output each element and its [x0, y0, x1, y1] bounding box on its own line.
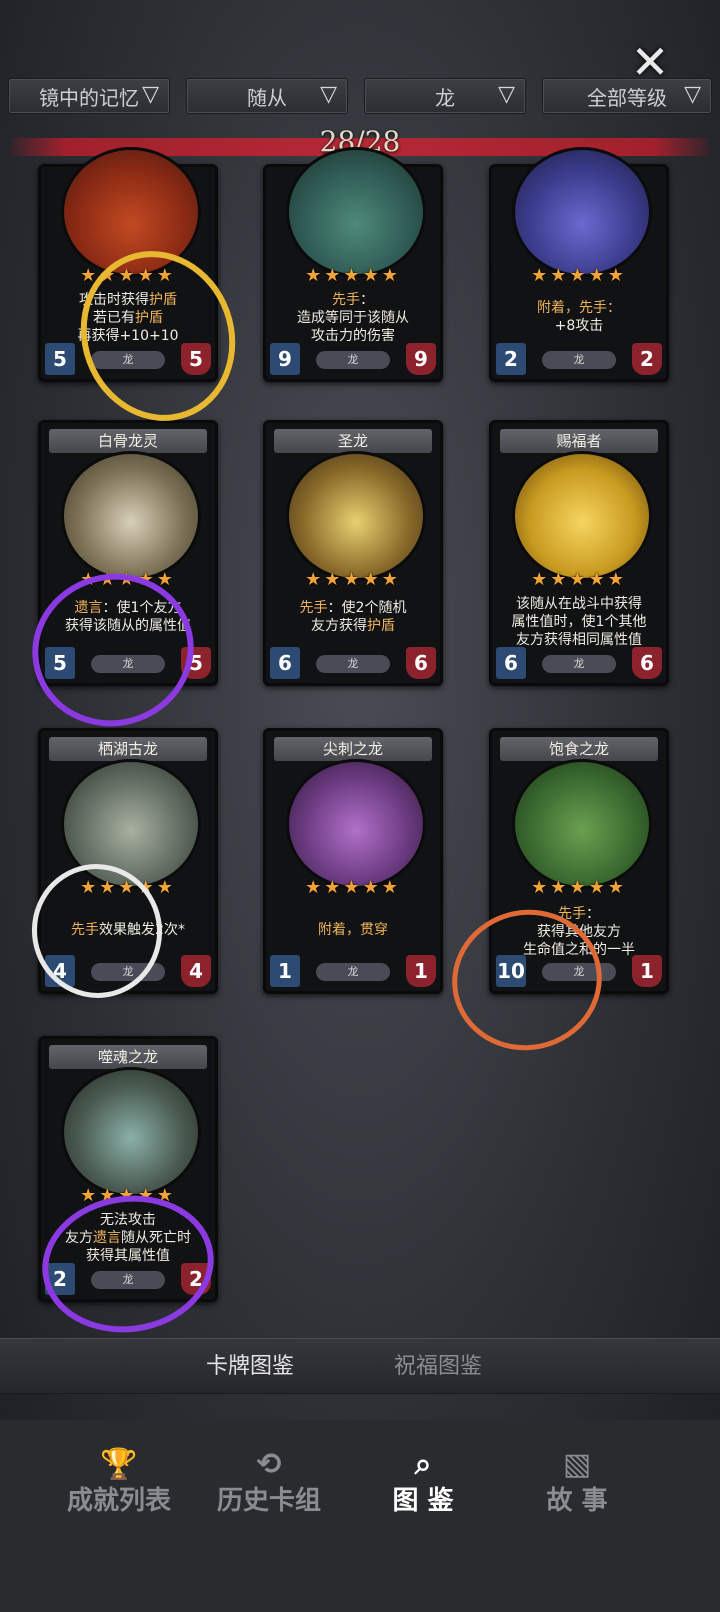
card[interactable]: 栖湖古龙 ★★★★★ 先手效果触发2次* 龙 4 4 [38, 728, 218, 994]
card-health: 5 [181, 343, 211, 375]
card-tribe: 龙 [91, 1271, 165, 1289]
card-stars: ★★★★★ [80, 877, 176, 898]
card-stars: ★★★★★ [80, 569, 176, 590]
trophy-icon: 🏆 [100, 1447, 138, 1482]
card-health: 2 [632, 343, 662, 375]
card-description: 遗言：使1个友方 获得该随从的属性值 [65, 600, 191, 634]
card-description: 附着，先手： +8攻击 [537, 300, 621, 334]
card-attack: 5 [45, 647, 75, 679]
card-tribe: 龙 [316, 351, 390, 369]
card[interactable]: 白骨龙灵 ★★★★★ 遗言：使1个友方 获得该随从的属性值 龙 5 5 [38, 420, 218, 686]
card-tribe: 龙 [542, 351, 616, 369]
card[interactable]: 噬魂之龙 ★★★★★ 无法攻击 友方遗言随从死亡时 获得其属性值 龙 2 2 [38, 1036, 218, 1302]
magnifier-icon: ⌕ [414, 1447, 432, 1482]
book-icon: ▧ [562, 1447, 592, 1482]
filter-set[interactable]: 镜中的记忆 ▽ [8, 78, 170, 114]
card-stars: ★★★★★ [531, 877, 627, 898]
card[interactable]: 赐福者 ★★★★★ 该随从在战斗中获得 属性值时，使1个其他 友方获得相同属性值… [489, 420, 669, 686]
card[interactable]: 圣龙 ★★★★★ 先手：使2个随机 友方获得护盾 龙 6 6 [263, 420, 443, 686]
nav-codex[interactable]: ⌕ 图 鉴 [348, 1450, 498, 1517]
category-bar [0, 1338, 720, 1394]
card-description: 攻击时获得护盾 若已有护盾 再获得+10+10 [77, 292, 179, 344]
card-health: 6 [406, 647, 436, 679]
card-attack: 4 [45, 955, 75, 987]
history-icon: ⟲ [256, 1447, 282, 1482]
nav-achievements[interactable]: 🏆 成就列表 [44, 1450, 194, 1517]
card-tribe: 龙 [542, 963, 616, 981]
chevron-down-icon: ▽ [142, 82, 159, 107]
filter-tribe[interactable]: 龙 ▽ [364, 78, 526, 114]
card-attack: 10 [496, 955, 526, 987]
card-health: 6 [632, 647, 662, 679]
card-tribe: 龙 [91, 351, 165, 369]
card-title: 尖刺之龙 [274, 737, 432, 761]
card-art [286, 759, 426, 889]
card-attack: 2 [45, 1263, 75, 1295]
card-health: 1 [406, 955, 436, 987]
card-stars: ★★★★★ [305, 265, 401, 286]
card-art [61, 1067, 201, 1197]
filter-bar: 镜中的记忆 ▽ 随从 ▽ 龙 ▽ 全部等级 ▽ [8, 78, 712, 114]
card[interactable]: 尖刺之龙 ★★★★★ 附着，贯穿 龙 1 1 [263, 728, 443, 994]
card-art [512, 451, 652, 581]
nav-story[interactable]: ▧ 故 事 [502, 1450, 652, 1517]
card-title: 圣龙 [274, 429, 432, 453]
card-attack: 2 [496, 343, 526, 375]
filter-set-label: 镜中的记忆 [39, 85, 139, 110]
card-art [61, 759, 201, 889]
card-art [286, 147, 426, 277]
nav-history-decks[interactable]: ⟲ 历史卡组 [194, 1450, 344, 1517]
card-tribe: 龙 [91, 655, 165, 673]
card-stars: ★★★★★ [531, 265, 627, 286]
card-title: 噬魂之龙 [49, 1045, 207, 1069]
filter-type-label: 随从 [247, 85, 287, 110]
card-attack: 6 [270, 647, 300, 679]
card-description: 先手： 获得其他友方 生命值之和的一半 [523, 906, 635, 958]
card-description: 无法攻击 友方遗言随从死亡时 获得其属性值 [65, 1212, 191, 1264]
card-stars: ★★★★★ [531, 569, 627, 590]
card-health: 1 [632, 955, 662, 987]
card-title: 饱食之龙 [500, 737, 658, 761]
tab-card-codex[interactable]: 卡牌图鉴 [206, 1348, 294, 1380]
card-tribe: 龙 [316, 963, 390, 981]
card-health: 9 [406, 343, 436, 375]
card-attack: 9 [270, 343, 300, 375]
card-tribe: 龙 [316, 655, 390, 673]
chevron-down-icon: ▽ [498, 82, 515, 107]
card[interactable]: ★★★★★ 附着，先手： +8攻击 龙 2 2 [489, 147, 669, 382]
card-description: 该随从在战斗中获得 属性值时，使1个其他 友方获得相同属性值 [511, 596, 647, 648]
card-title: 白骨龙灵 [49, 429, 207, 453]
chevron-down-icon: ▽ [320, 82, 337, 107]
card-attack: 6 [496, 647, 526, 679]
card-stars: ★★★★★ [80, 265, 176, 286]
filter-level-label: 全部等级 [587, 85, 667, 110]
card-title: 栖湖古龙 [49, 737, 207, 761]
chevron-down-icon: ▽ [684, 82, 701, 107]
card-stars: ★★★★★ [80, 1185, 176, 1206]
tab-blessing-codex[interactable]: 祝福图鉴 [394, 1348, 482, 1380]
card[interactable]: 饱食之龙 ★★★★★ 先手： 获得其他友方 生命值之和的一半 龙 10 1 [489, 728, 669, 994]
card-health: 2 [181, 1263, 211, 1295]
card-stars: ★★★★★ [305, 877, 401, 898]
card-title: 赐福者 [500, 429, 658, 453]
card-art [512, 759, 652, 889]
card-tribe: 龙 [91, 963, 165, 981]
card-attack: 5 [45, 343, 75, 375]
card-health: 4 [181, 955, 211, 987]
card[interactable]: ★★★★★ 攻击时获得护盾 若已有护盾 再获得+10+10 龙 5 5 [38, 147, 218, 382]
card-health: 5 [181, 647, 211, 679]
card-art [61, 451, 201, 581]
card-stars: ★★★★★ [305, 569, 401, 590]
filter-level[interactable]: 全部等级 ▽ [542, 78, 712, 114]
card-art [61, 147, 201, 277]
card-description: 先手： 造成等同于该随从 攻击力的伤害 [297, 292, 409, 344]
card-description: 先手：使2个随机 友方获得护盾 [299, 600, 407, 634]
card-art [512, 147, 652, 277]
filter-type[interactable]: 随从 ▽ [186, 78, 348, 114]
card[interactable]: ★★★★★ 先手： 造成等同于该随从 攻击力的伤害 龙 9 9 [263, 147, 443, 382]
card-art [286, 451, 426, 581]
card-attack: 1 [270, 955, 300, 987]
card-tribe: 龙 [542, 655, 616, 673]
filter-tribe-label: 龙 [435, 85, 455, 110]
